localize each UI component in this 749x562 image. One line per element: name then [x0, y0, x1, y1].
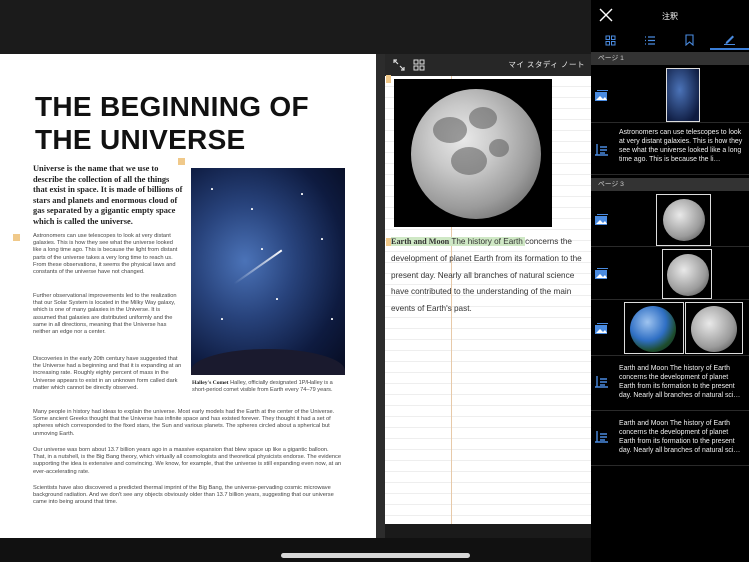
notebook-title: マイ スタディ ノート	[508, 60, 585, 69]
annotation-item[interactable]: Earth and Moon The history of Earth conc…	[591, 356, 749, 411]
annotation-item[interactable]	[591, 65, 749, 123]
annotation-text: Astronomers can use telescopes to look a…	[619, 129, 743, 163]
note-body: concerns the development of planet Earth…	[391, 237, 582, 314]
annotation-item[interactable]: Astronomers can use telescopes to look a…	[591, 123, 749, 175]
image-annotation-icon	[595, 268, 608, 279]
paragraph[interactable]: Further observational improvements led t…	[33, 293, 183, 336]
paragraph[interactable]: Astronomers can use telescopes to look a…	[33, 233, 183, 276]
section-header-page-3: ページ 3	[591, 178, 749, 191]
bottom-bar	[0, 538, 591, 562]
tab-thumbnails[interactable]	[591, 30, 631, 50]
list-icon	[645, 35, 656, 45]
text-annotation-icon	[595, 376, 608, 388]
paragraph[interactable]: Our universe was born about 13.7 billion…	[33, 447, 343, 476]
image-annotation-icon	[595, 90, 608, 101]
lead-paragraph[interactable]: Universe is the name that we use to desc…	[33, 164, 183, 228]
annotation-item[interactable]	[591, 300, 749, 356]
bookmark-icon	[685, 34, 694, 46]
note-text[interactable]: Earth and Moon The history of Earth conc…	[391, 234, 589, 318]
photo-caption: Halley's Comet Halley, officially design…	[192, 380, 345, 394]
study-notebook[interactable]: マイ スタディ ノート Earth and Moon The history o…	[385, 54, 591, 524]
annotation-text: Earth and Moon The history of Earth conc…	[619, 365, 741, 399]
annotation-thumbnail	[666, 68, 700, 122]
image-annotation-icon	[595, 323, 608, 334]
moon-photo[interactable]	[394, 79, 552, 227]
thumbnail-grid-icon	[605, 35, 616, 45]
galaxy-photo[interactable]	[191, 168, 345, 375]
top-toolbar	[0, 0, 591, 54]
annotation-item[interactable]	[591, 247, 749, 300]
tab-bookmarks[interactable]	[670, 30, 710, 50]
home-indicator[interactable]	[281, 553, 470, 558]
book-page[interactable]: THE BEGINNING OF THE UNIVERSE Universe i…	[0, 54, 376, 538]
section-header-page-1: ページ 1	[591, 52, 749, 65]
expand-icon[interactable]	[392, 58, 406, 72]
annotation-thumbnail	[662, 249, 712, 299]
caption-term: Halley's Comet	[192, 380, 229, 386]
page-title: THE BEGINNING OF THE UNIVERSE	[35, 91, 309, 155]
annotation-thumbnail-earth	[624, 302, 684, 354]
annotation-marker[interactable]	[13, 234, 20, 241]
notebook-header: マイ スタディ ノート	[385, 54, 591, 76]
sidebar-tabs	[591, 30, 749, 50]
image-annotation-icon	[595, 214, 608, 225]
hill-silhouette	[191, 349, 345, 375]
text-annotation-icon	[595, 431, 608, 443]
text-annotation-icon	[595, 144, 608, 156]
annotation-sidebar: 注釈 ページ 1 Astronomers can use telescopes …	[591, 0, 749, 562]
page-gutter	[376, 54, 385, 538]
note-term: Earth and Moon	[391, 237, 450, 246]
paragraph[interactable]: Discoveries in the early 20th century ha…	[33, 356, 183, 392]
annotation-marker[interactable]	[386, 75, 391, 83]
annotation-item[interactable]: Earth and Moon The history of Earth conc…	[591, 411, 749, 466]
tab-toc[interactable]	[631, 30, 671, 50]
paragraph[interactable]: Many people in history had ideas to expl…	[33, 409, 343, 438]
paragraph[interactable]: Scientists have also discovered a predic…	[33, 485, 343, 507]
annotation-thumbnail	[656, 194, 711, 246]
comet-streak	[233, 249, 283, 285]
sidebar-title: 注釈	[662, 12, 678, 21]
annotation-thumbnail-moon	[685, 302, 743, 354]
annotation-text: Earth and Moon The history of Earth conc…	[619, 420, 741, 454]
grid-icon[interactable]	[412, 58, 426, 72]
pen-icon	[723, 35, 735, 45]
moon-disc	[411, 89, 541, 219]
tab-annotations[interactable]	[709, 30, 749, 50]
annotation-item[interactable]	[591, 191, 749, 247]
note-highlight: The history of Earth	[449, 237, 526, 246]
